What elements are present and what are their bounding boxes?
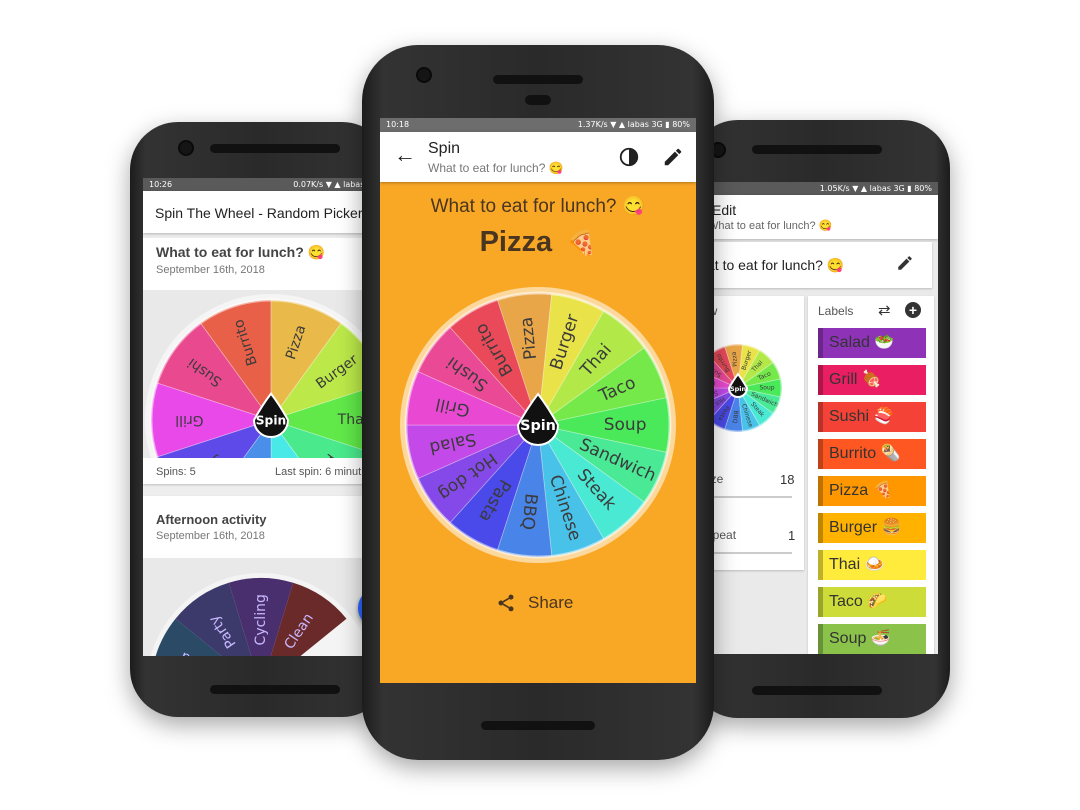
labels-title: Labels bbox=[818, 304, 854, 318]
card-date: September 16th, 2018 bbox=[156, 264, 265, 276]
label-chip[interactable]: Burrito 🌯 bbox=[818, 439, 926, 469]
label-chip[interactable]: Taco 🌮 bbox=[818, 587, 926, 617]
status-info: 0.07K/s ▼ ▲ labas 3 bbox=[293, 180, 372, 189]
wheel-label: BBQ bbox=[517, 492, 541, 531]
center-bottom-speaker bbox=[481, 721, 595, 730]
edit-subtitle: What to eat for lunch? 😋 bbox=[708, 220, 833, 232]
wheel-label: Cycling bbox=[253, 594, 269, 645]
add-label-icon[interactable]: + bbox=[905, 302, 921, 318]
right-top-speaker bbox=[752, 145, 882, 154]
center-app-bar: ← Spin What to eat for lunch? 😋 bbox=[380, 132, 696, 182]
repeat-value: 1 bbox=[788, 528, 796, 543]
status-time: 10:18 bbox=[386, 120, 410, 129]
status-info: 1.05K/s ▼ ▲ labas 3G ▮ 80% bbox=[819, 184, 932, 193]
repeat-slider[interactable] bbox=[702, 552, 792, 554]
right-app-bar: Edit What to eat for lunch? 😋 bbox=[700, 195, 938, 239]
left-status-bar: 10:26 0.07K/s ▼ ▲ labas 3 bbox=[143, 178, 378, 191]
label-chip[interactable]: Burger 🍔 bbox=[818, 513, 926, 543]
right-screen: 1.05K/s ▼ ▲ labas 3G ▮ 80% Edit What to … bbox=[700, 182, 938, 654]
shuffle-icon[interactable]: ⇄ bbox=[878, 301, 891, 319]
share-icon bbox=[498, 594, 514, 612]
card-wheel-area: ReadPartyCyclingClean bbox=[143, 558, 378, 656]
left-bottom-speaker bbox=[210, 685, 340, 694]
label-chip[interactable]: Soup 🍜 bbox=[818, 624, 926, 654]
card-title: What to eat for lunch? 😋 bbox=[156, 244, 326, 260]
spin-body: What to eat for lunch? 😋 Pizza 🍕 Pizza Bu… bbox=[380, 182, 696, 683]
right-bottom-speaker bbox=[752, 686, 882, 695]
label-chip[interactable]: Pizza 🍕 bbox=[818, 476, 926, 506]
left-front-camera bbox=[178, 140, 194, 156]
spin-wheel[interactable]: Pizza BurgerThaiTacoSoupSandwichSteakChin… bbox=[395, 282, 681, 568]
header-title: Spin bbox=[428, 140, 461, 157]
app-title: Spin The Wheel - Random Picker bbox=[155, 205, 363, 221]
card-last-spin: Last spin: 6 minut bbox=[275, 466, 362, 478]
left-top-speaker bbox=[210, 144, 340, 153]
theme-contrast-icon[interactable] bbox=[618, 146, 640, 168]
left-phone: 10:26 0.07K/s ▼ ▲ labas 3 Spin The Wheel… bbox=[130, 122, 390, 717]
header-subtitle: What to eat for lunch? 😋 bbox=[428, 161, 564, 175]
wheel-card-lunch[interactable]: What to eat for lunch? 😋 September 16th,… bbox=[143, 238, 378, 484]
labels-card: Labels ⇄ + Salad 🥗 Grill 🍖 Sushi 🍣 Burrito … bbox=[808, 296, 934, 654]
wheel-label: BBQ bbox=[731, 410, 739, 424]
size-slider[interactable] bbox=[702, 493, 792, 501]
right-status-bar: 1.05K/s ▼ ▲ labas 3G ▮ 80% bbox=[700, 182, 938, 195]
spin-label: Spin bbox=[256, 414, 286, 428]
card-date: September 16th, 2018 bbox=[156, 530, 265, 542]
result-row: Pizza 🍕 bbox=[380, 226, 696, 259]
left-wheel: GrillSushiBurritoPizzaBurgerThaiTacoSoup… bbox=[145, 294, 378, 458]
preview-card: ew PizzaBurgerThaiTacoSoupSandwichSteakC… bbox=[700, 296, 804, 570]
label-chip[interactable]: Sushi 🍣 bbox=[818, 402, 926, 432]
spin-label: Spin bbox=[520, 418, 556, 434]
left-screen: 10:26 0.07K/s ▼ ▲ labas 3 Spin The Wheel… bbox=[143, 178, 378, 656]
back-arrow-icon[interactable]: ← bbox=[394, 142, 416, 168]
question-text: What to eat for lunch? 😋 bbox=[700, 257, 845, 273]
wheel-card-afternoon[interactable]: Afternoon activity September 16th, 2018 … bbox=[143, 496, 378, 656]
wheel-label: Soup bbox=[759, 385, 774, 392]
result-emoji: 🍕 bbox=[566, 230, 597, 257]
label-chip[interactable]: Grill 🍖 bbox=[818, 365, 926, 395]
question-row[interactable]: What to eat for lunch? 😋 bbox=[700, 242, 932, 288]
question-text: What to eat for lunch? 😋 bbox=[430, 196, 646, 217]
pencil-icon[interactable] bbox=[896, 254, 914, 272]
center-mic bbox=[525, 95, 551, 105]
label-list: Salad 🥗 Grill 🍖 Sushi 🍣 Burrito 🌯 Pizza 🍕 Bur… bbox=[808, 328, 934, 654]
left-app-bar: Spin The Wheel - Random Picker bbox=[143, 191, 378, 233]
card-wheel-area: GrillSushiBurritoPizzaBurgerThaiTacoSoup… bbox=[143, 290, 378, 458]
spin-label: Spin bbox=[730, 385, 747, 393]
card-title: Afternoon activity bbox=[156, 512, 267, 527]
center-front-camera bbox=[416, 67, 432, 83]
center-screen: 10:18 1.37K/s ▼ ▲ labas 3G ▮ 80% ← Spin … bbox=[380, 118, 696, 683]
right-phone: 1.05K/s ▼ ▲ labas 3G ▮ 80% Edit What to … bbox=[690, 120, 950, 718]
card-spins: Spins: 5 bbox=[156, 466, 196, 478]
label-chip[interactable]: Salad 🥗 bbox=[818, 328, 926, 358]
share-button[interactable]: Share bbox=[496, 588, 573, 618]
center-top-speaker bbox=[493, 75, 583, 84]
preview-wheel: Pizza BurgerThaiTacoSoupSandwichSteakChin… bbox=[702, 338, 788, 438]
center-phone: 10:18 1.37K/s ▼ ▲ labas 3G ▮ 80% ← Spin … bbox=[362, 45, 714, 760]
edit-title: Edit bbox=[712, 202, 737, 218]
status-info: 1.37K/s ▼ ▲ labas 3G ▮ 80% bbox=[577, 120, 690, 129]
result-text: Pizza bbox=[479, 226, 553, 258]
label-chip[interactable]: Thai 🍛 bbox=[818, 550, 926, 580]
center-status-bar: 10:18 1.37K/s ▼ ▲ labas 3G ▮ 80% bbox=[380, 118, 696, 132]
share-label: Share bbox=[528, 593, 574, 612]
status-time: 10:26 bbox=[149, 180, 173, 189]
size-value: 18 bbox=[780, 472, 795, 487]
wheel-label: Grill bbox=[175, 412, 203, 428]
left-wheel-2: ReadPartyCyclingClean bbox=[150, 573, 372, 656]
wheel-label: Soup bbox=[604, 415, 647, 435]
pencil-icon[interactable] bbox=[662, 146, 684, 168]
